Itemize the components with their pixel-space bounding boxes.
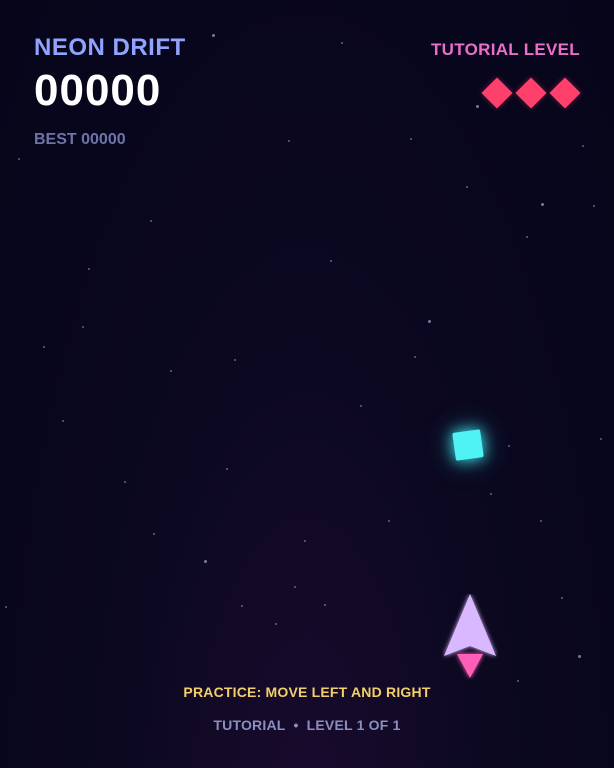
star	[341, 42, 343, 44]
footer-mode: TUTORIAL	[213, 717, 286, 733]
star	[62, 420, 64, 422]
star	[593, 205, 595, 207]
star	[204, 560, 207, 563]
star	[275, 623, 277, 625]
star	[234, 359, 236, 361]
ship-body	[444, 594, 496, 656]
star	[18, 158, 20, 160]
star	[517, 680, 519, 682]
game-title: NEON DRIFT	[34, 34, 186, 61]
star	[410, 138, 412, 140]
star	[330, 260, 332, 262]
star	[508, 445, 510, 447]
star	[582, 145, 584, 147]
lives-indicator	[481, 77, 581, 109]
tutorial-hint: PRACTICE: MOVE LEFT AND RIGHT	[183, 684, 431, 700]
level-footer: TUTORIAL • LEVEL 1 OF 1	[0, 717, 614, 733]
footer-separator: •	[293, 717, 299, 733]
star	[150, 220, 152, 222]
star	[288, 140, 290, 142]
star	[294, 586, 296, 588]
star	[43, 346, 45, 348]
game-canvas[interactable]: NEON DRIFT 00000 BEST 00000 TUTORIAL LEV…	[0, 0, 614, 768]
star	[476, 105, 479, 108]
star	[541, 203, 544, 206]
star	[170, 370, 172, 372]
level-label: TUTORIAL LEVEL	[430, 40, 580, 59]
star	[360, 405, 362, 407]
star	[466, 186, 468, 188]
star	[82, 326, 84, 328]
star	[241, 605, 243, 607]
ship-flame	[457, 654, 483, 678]
star	[388, 520, 390, 522]
star	[414, 356, 416, 358]
diamond-icon	[549, 77, 581, 109]
star	[324, 604, 326, 606]
diamond-icon	[515, 77, 547, 109]
star	[5, 606, 7, 608]
best-score: BEST 00000	[34, 131, 126, 148]
score-counter: 00000	[34, 66, 162, 115]
star	[578, 655, 581, 658]
star	[226, 468, 228, 470]
star	[212, 34, 215, 37]
star	[124, 481, 126, 483]
star	[88, 268, 90, 270]
ship-icon[interactable]	[442, 594, 498, 680]
star	[153, 533, 155, 535]
star	[428, 320, 431, 323]
star	[600, 438, 602, 440]
gem-icon	[452, 429, 484, 461]
star	[304, 540, 306, 542]
footer-progress: LEVEL 1 OF 1	[306, 717, 401, 733]
star	[526, 236, 528, 238]
diamond-icon	[481, 77, 513, 109]
star	[561, 597, 563, 599]
star	[540, 520, 542, 522]
star	[490, 493, 492, 495]
